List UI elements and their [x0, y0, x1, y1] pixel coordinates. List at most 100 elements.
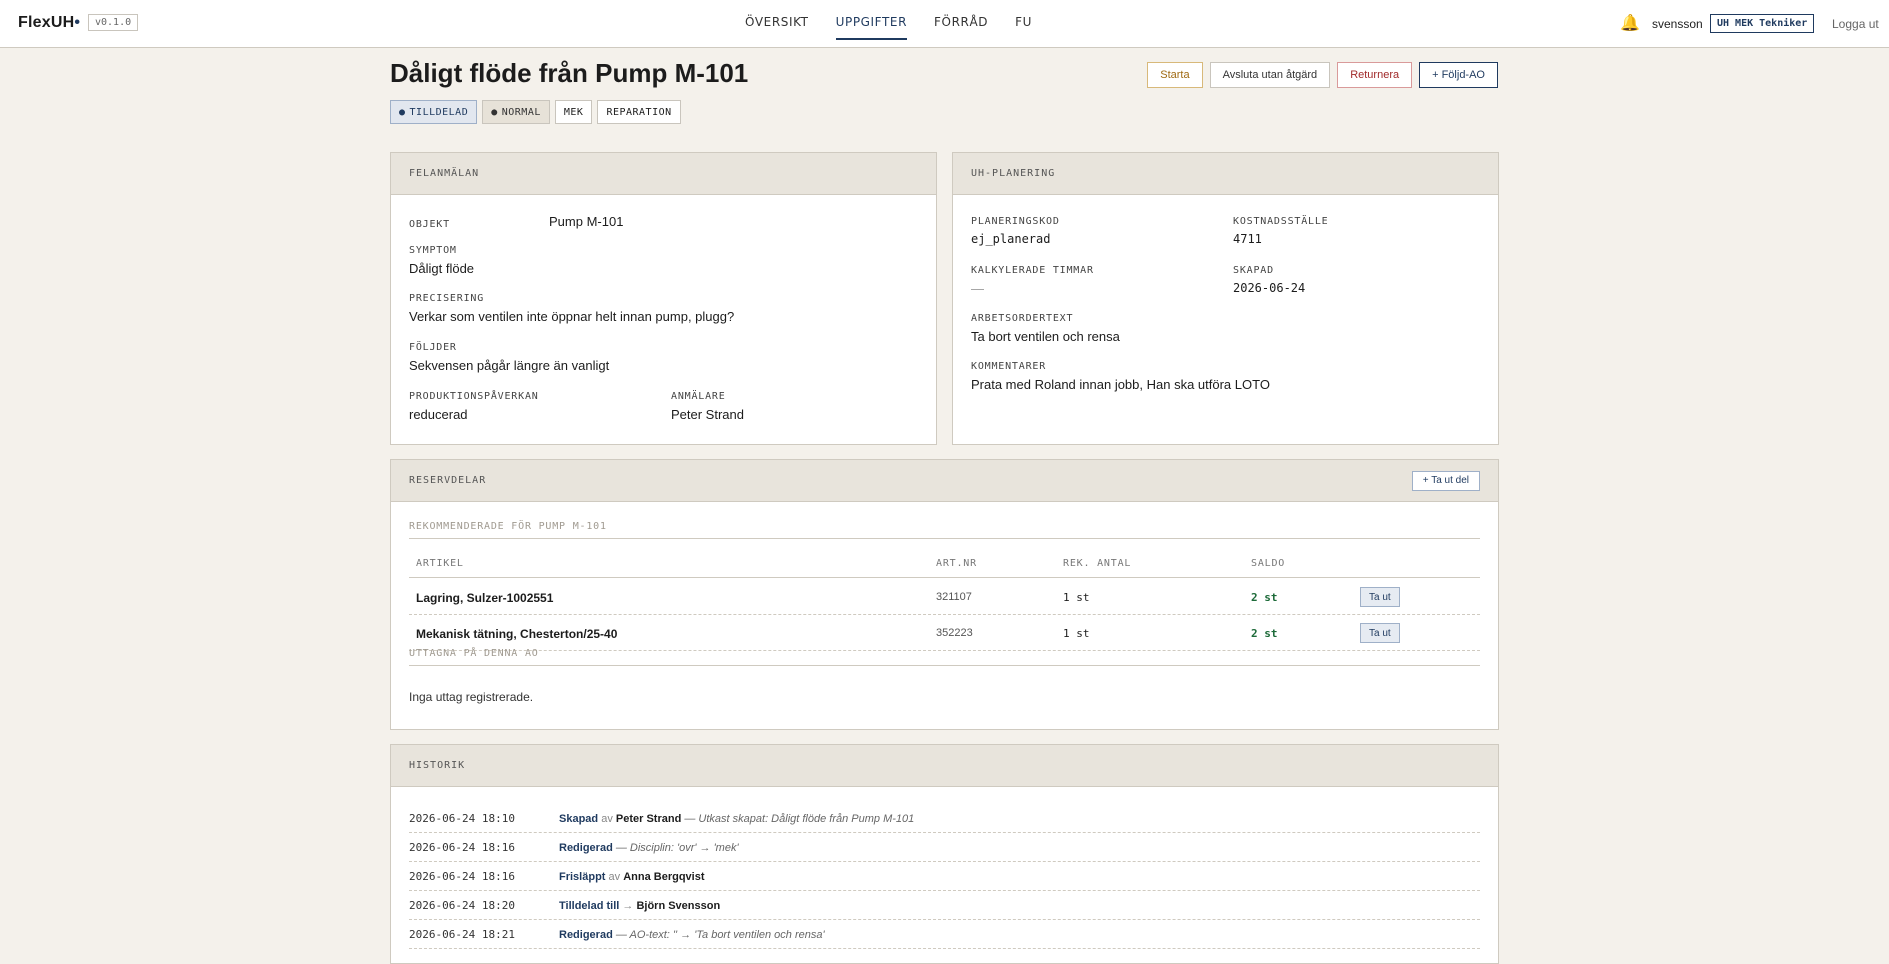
history-text: Redigerad — AO-text: '' → 'Ta bort venti… — [559, 929, 825, 941]
discipline-badge: MEK — [554, 100, 593, 124]
table-row: Lagring, Sulzer-1002551 321107 1 st 2 st… — [409, 579, 1480, 615]
calc-hours-value: — — [971, 281, 984, 296]
priority-dot-icon: ● — [491, 106, 498, 118]
history-by: av — [601, 813, 613, 825]
consequence-value: Sekvensen pågår längre än vanligt — [409, 358, 610, 373]
part-article: Lagring, Sulzer-1002551 — [416, 591, 554, 605]
planning-card: UH-PLANERING PLANERINGSKOD ej_planerad K… — [952, 152, 1499, 445]
fault-report-card: FELANMÄLAN OBJEKT Pump M-101 SYMPTOM Dål… — [390, 152, 937, 445]
work-text-label: ARBETSORDERTEXT — [971, 313, 1074, 324]
withdrawn-label: UTTAGNA PÅ DENNA AO — [409, 648, 1480, 666]
role-badge: UH MEK Tekniker — [1710, 14, 1815, 33]
history-by: av — [608, 871, 621, 883]
cost-center-value: 4711 — [1233, 232, 1262, 246]
nav-oversikt[interactable]: ÖVERSIKT — [745, 0, 809, 40]
part-rec-qty: 1 st — [1063, 591, 1090, 604]
type-badge: REPARATION — [597, 100, 681, 124]
history-action: Tilldelad till — [559, 900, 620, 912]
spare-parts-title: RESERVDELAR — [409, 475, 487, 486]
history-time: 2026-06-24 18:16 — [409, 841, 515, 854]
parts-table-header: ARTIKEL ART.NR REK. ANTAL SALDO — [409, 558, 1480, 578]
created-value: 2026-06-24 — [1233, 281, 1306, 295]
part-art-nr: 352223 — [936, 627, 973, 639]
version-badge: v0.1.0 — [88, 14, 139, 31]
symptom-label: SYMPTOM — [409, 245, 457, 256]
history-card: HISTORIK 2026-06-24 18:10 Skapad av Pete… — [390, 744, 1499, 964]
planning-header: UH-PLANERING — [953, 153, 1498, 195]
col-balance: SALDO — [1251, 558, 1286, 569]
return-button[interactable]: Returnera — [1337, 62, 1413, 88]
username: svensson — [1652, 17, 1703, 31]
cost-center-label: KOSTNADSSTÄLLE — [1233, 216, 1329, 227]
no-withdrawals-text: Inga uttag registrerade. — [409, 690, 534, 704]
created-field: SKAPAD 2026-06-24 — [1233, 265, 1305, 295]
impact-field: PRODUKTIONSPÅVERKAN reducerad — [409, 391, 539, 422]
impact-label: PRODUKTIONSPÅVERKAN — [409, 391, 539, 402]
history-note: — Disciplin: 'ovr' → 'mek' — [615, 842, 739, 854]
order-tags: ● TILLDELAD ● NORMAL MEK REPARATION — [390, 100, 681, 124]
priority-badge: ● NORMAL — [482, 100, 550, 124]
take-out-button[interactable]: Ta ut — [1360, 623, 1400, 643]
comments-label: KOMMENTARER — [971, 361, 1047, 372]
history-name: Björn Svensson — [636, 900, 721, 912]
consequence-label: FÖLJDER — [409, 342, 457, 353]
start-button[interactable]: Starta — [1147, 62, 1203, 88]
history-entry: 2026-06-24 18:20 Tilldelad till → Björn … — [409, 891, 1480, 920]
brand-logo[interactable]: FlexUH• — [18, 14, 80, 32]
history-name: Peter Strand — [615, 813, 682, 825]
nav-uppgifter[interactable]: UPPGIFTER — [835, 0, 908, 40]
history-action: Redigerad — [559, 842, 613, 854]
history-by: → — [622, 900, 634, 912]
history-entry: 2026-06-24 18:21 Redigerad — AO-text: ''… — [409, 920, 1480, 949]
object-label: OBJEKT — [409, 219, 450, 230]
object-value: Pump M-101 — [549, 214, 624, 229]
symptom-field: SYMPTOM Dåligt flöde — [409, 245, 474, 276]
follow-up-order-button[interactable]: + Följd-AO — [1419, 62, 1498, 88]
recommended-section: REKOMMENDERADE FÖR PUMP M-101 — [409, 521, 1480, 539]
page-title: Dåligt flöde från Pump M-101 — [390, 58, 749, 88]
status-dot-icon: ● — [399, 106, 406, 118]
work-text-field: ARBETSORDERTEXT Ta bort ventilen och ren… — [971, 313, 1120, 344]
history-entry: 2026-06-24 18:16 Frisläppt av Anna Bergq… — [409, 862, 1480, 891]
consequence-field: FÖLJDER Sekvensen pågår längre än vanlig… — [409, 342, 609, 373]
spare-parts-header: RESERVDELAR + Ta ut del — [391, 460, 1498, 502]
planning-code-value: ej_planerad — [971, 232, 1051, 246]
history-text: Skapad av Peter Strand — Utkast skapat: … — [559, 813, 914, 825]
status-label: TILLDELAD — [409, 106, 469, 118]
brand-name: FlexUH — [18, 14, 75, 31]
impact-value: reducerad — [409, 407, 468, 422]
reporter-label: ANMÄLARE — [671, 391, 726, 402]
history-text: Tilldelad till → Björn Svensson — [559, 900, 720, 912]
precision-label: PRECISERING — [409, 293, 485, 304]
col-article: ARTIKEL — [416, 558, 464, 569]
comments-value: Prata med Roland innan jobb, Han ska utf… — [971, 377, 1270, 392]
history-note: — Utkast skapat: Dåligt flöde från Pump … — [684, 813, 915, 825]
priority-label: NORMAL — [501, 106, 541, 118]
close-without-action-button[interactable]: Avsluta utan åtgärd — [1209, 62, 1331, 88]
logout-link[interactable]: Logga ut — [1832, 17, 1879, 31]
part-balance: 2 st — [1251, 591, 1278, 604]
fault-report-title: FELANMÄLAN — [409, 168, 480, 179]
top-bar: FlexUH• v0.1.0 ÖVERSIKT UPPGIFTER FÖRRÅD… — [0, 0, 1889, 48]
history-name: Anna Bergqvist — [623, 871, 705, 883]
history-action: Redigerad — [559, 929, 613, 941]
history-note: — AO-text: '' → 'Ta bort ventilen och re… — [615, 929, 825, 941]
symptom-value: Dåligt flöde — [409, 261, 475, 276]
planning-title: UH-PLANERING — [971, 168, 1056, 179]
precision-value: Verkar som ventilen inte öppnar helt inn… — [409, 309, 735, 324]
history-time: 2026-06-24 18:10 — [409, 812, 515, 825]
history-action: Skapad — [559, 813, 599, 825]
history-entry: 2026-06-24 18:10 Skapad av Peter Strand … — [409, 804, 1480, 833]
nav-forrad[interactable]: FÖRRÅD — [934, 0, 988, 40]
work-text-value: Ta bort ventilen och rensa — [971, 329, 1120, 344]
take-out-button[interactable]: Ta ut — [1360, 587, 1400, 607]
cost-center-field: KOSTNADSSTÄLLE 4711 — [1233, 216, 1329, 246]
col-rec-qty: REK. ANTAL — [1063, 558, 1132, 569]
nav-fu[interactable]: FU — [1015, 0, 1032, 40]
created-label: SKAPAD — [1233, 265, 1274, 276]
reporter-value: Peter Strand — [671, 407, 744, 422]
col-art-nr: ART.NR — [936, 558, 977, 569]
main-nav: ÖVERSIKT UPPGIFTER FÖRRÅD FU — [745, 0, 1032, 48]
take-out-part-button[interactable]: + Ta ut del — [1411, 470, 1480, 491]
bell-icon[interactable]: 🔔 — [1620, 13, 1640, 33]
